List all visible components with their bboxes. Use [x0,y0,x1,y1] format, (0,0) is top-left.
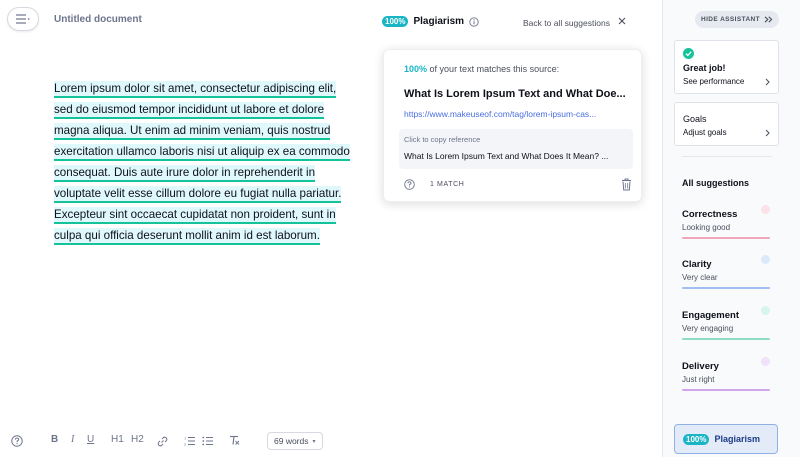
match-text: of your text matches this source: [429,64,560,74]
highlighted-text[interactable]: Lorem ipsum dolor sit amet, consectetur … [54,81,350,245]
chevron-down-icon: ▾ [312,438,316,445]
close-icon[interactable] [617,16,627,26]
see-performance-label: See performance [683,77,745,86]
match-summary: 100% of your text matches this source: [404,64,559,74]
back-to-suggestions-link[interactable]: Back to all suggestions [523,18,610,28]
category-delivery[interactable]: Delivery Just right [682,357,772,403]
adjust-goals-label: Adjust goals [683,128,727,137]
match-count: 1 MATCH [430,181,465,188]
goals-title: Goals [683,114,707,124]
check-circle-icon [761,306,770,315]
category-status: Looking good [682,223,731,232]
all-suggestions-heading[interactable]: All suggestions [682,178,749,188]
word-count-dropdown[interactable]: 69 words ▾ [267,432,323,450]
category-clarity[interactable]: Clarity Very clear [682,255,772,301]
category-status: Very clear [682,273,718,282]
goals-card[interactable]: Goals Adjust goals [674,102,779,146]
plagiarism-percent-pill: 100% [382,16,409,27]
category-engagement[interactable]: Engagement Very engaging [682,306,772,352]
italic-button[interactable]: I [71,434,74,445]
svg-text:1: 1 [184,437,186,441]
source-title: What Is Lorem Ipsum Text and What Doe... [404,88,626,100]
category-name: Delivery [682,361,719,372]
word-count-label: 69 words [274,436,309,446]
bold-button[interactable]: B [51,434,58,445]
sidebar-divider [682,156,772,157]
category-name: Clarity [682,259,712,270]
heading2-button[interactable]: H2 [131,434,144,445]
check-circle-icon [761,255,770,264]
hide-assistant-button[interactable]: HIDE ASSISTANT [695,11,779,28]
category-name: Correctness [682,209,738,220]
reference-text: What Is Lorem Ipsum Text and What Does I… [404,151,609,161]
plagiarism-percent-pill: 100% [683,433,710,445]
category-correctness[interactable]: Correctness Looking good [682,205,772,251]
match-percent: 100% [404,64,428,74]
category-name: Engagement [682,310,740,321]
underline-button[interactable]: U [87,434,94,445]
copy-reference-label: Click to copy reference [404,135,481,144]
category-status: Just right [682,375,715,384]
bullet-list-icon[interactable] [202,436,214,446]
category-bar [682,389,770,391]
assistant-sidebar: HIDE ASSISTANT Great job! See performanc… [662,0,800,457]
help-icon[interactable] [11,435,23,447]
check-circle-icon [761,357,770,366]
svg-text:2: 2 [184,443,186,447]
check-circle-icon [761,205,770,214]
menu-icon [16,14,30,24]
source-url-link[interactable]: https://www.makeuseof.com/tag/lorem-ipsu… [404,109,634,119]
plagiarism-header: 100% Plagiarism [382,16,479,27]
great-job-title: Great job! [683,63,726,73]
link-icon[interactable] [157,436,168,447]
hide-assistant-label: HIDE ASSISTANT [700,16,761,23]
category-bar [682,338,770,340]
info-icon[interactable] [469,16,479,27]
plagiarism-button-label: Plagiarism [714,434,760,444]
double-chevron-right-icon [764,16,773,23]
plagiarism-source-card: 100% of your text matches this source: W… [383,49,642,202]
copy-reference-box[interactable]: Click to copy reference What Is Lorem Ip… [399,129,633,169]
formatting-toolbar: B I U H1 H2 1 2 69 words ▾ [0,430,660,452]
plagiarism-button[interactable]: 100% Plagiarism [674,424,778,454]
trash-icon[interactable] [621,178,632,191]
numbered-list-icon[interactable]: 1 2 [184,436,196,446]
menu-button[interactable] [7,7,39,31]
chevron-right-icon [765,129,770,137]
category-bar [682,237,770,239]
heading1-button[interactable]: H1 [111,434,124,445]
clear-formatting-icon[interactable] [229,435,240,446]
plagiarism-title: Plagiarism [413,16,465,27]
chevron-right-icon [765,78,770,86]
category-status: Very engaging [682,324,734,333]
category-bar [682,287,770,289]
help-icon[interactable] [404,179,415,190]
document-title[interactable]: Untitled document [54,14,142,25]
performance-card[interactable]: Great job! See performance [674,40,779,94]
document-editor[interactable]: Lorem ipsum dolor sit amet, consectetur … [54,78,354,246]
check-circle-icon [683,48,694,59]
